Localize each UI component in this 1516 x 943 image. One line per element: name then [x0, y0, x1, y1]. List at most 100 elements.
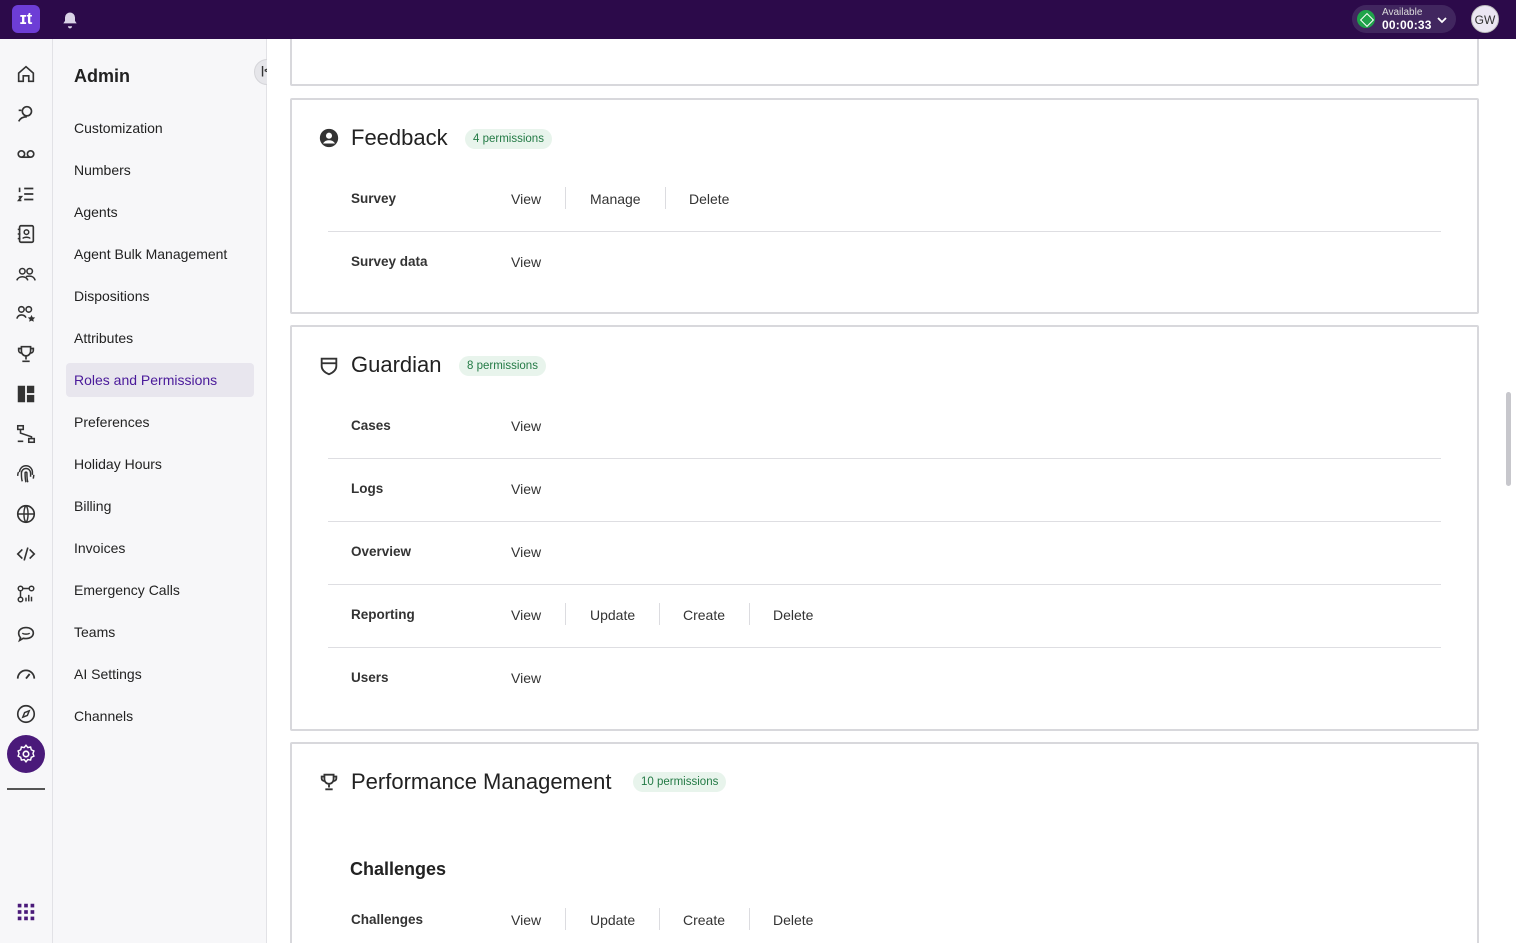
code-icon[interactable] [15, 543, 37, 565]
home-icon[interactable] [15, 63, 37, 85]
sidebar-item-billing[interactable]: Billing [66, 489, 254, 523]
permission-chip[interactable]: View [511, 544, 541, 560]
list-numbered-icon[interactable] [15, 183, 37, 205]
section-title: Guardian [351, 352, 442, 378]
sidebar-item-teams[interactable]: Teams [66, 615, 254, 649]
permission-chip[interactable]: Delete [773, 607, 813, 623]
settings-icon[interactable] [7, 735, 45, 773]
dashboard-icon[interactable] [15, 383, 37, 405]
permission-row: Survey View Manage Delete [328, 169, 1441, 232]
sidebar-item-roles-and-permissions[interactable]: Roles and Permissions [66, 363, 254, 397]
agent-headset-icon[interactable] [15, 103, 37, 125]
trophy-icon[interactable] [15, 343, 37, 365]
icon-rail [0, 39, 53, 943]
sidebar-item-emergency-calls[interactable]: Emergency Calls [66, 573, 254, 607]
shield-icon [318, 355, 340, 377]
bell-icon[interactable] [60, 10, 80, 30]
flow-icon[interactable] [15, 423, 37, 445]
permission-chip[interactable]: Update [590, 912, 635, 928]
scrollbar-thumb[interactable] [1506, 392, 1511, 486]
groups-icon[interactable] [15, 263, 37, 285]
permission-row-label: Reporting [351, 607, 415, 622]
gauge-icon[interactable] [15, 663, 37, 685]
status-label: Available [1382, 7, 1422, 18]
permission-row-label: Challenges [351, 912, 423, 927]
status-diamond-icon [1357, 10, 1375, 28]
permission-chip[interactable]: Delete [773, 912, 813, 928]
chevron-down-icon[interactable] [1436, 13, 1448, 25]
chip-divider [565, 187, 566, 209]
permission-row: Cases View [328, 396, 1441, 459]
permission-row: Reporting View Update Create Delete [328, 585, 1441, 648]
permission-row: Logs View [328, 459, 1441, 522]
permission-row-label: Survey [351, 191, 396, 206]
chip-divider [565, 603, 566, 625]
permission-chip[interactable]: View [511, 912, 541, 928]
sidebar-item-channels[interactable]: Channels [66, 699, 254, 733]
permission-chip[interactable]: Create [683, 607, 725, 623]
trophy-icon [318, 771, 340, 793]
rail-divider [7, 788, 45, 790]
admin-sidebar: Admin |< Customization Numbers Agents Ag… [53, 39, 267, 943]
sidebar-item-agent-bulk-management[interactable]: Agent Bulk Management [66, 237, 254, 271]
sidebar-item-holiday-hours[interactable]: Holiday Hours [66, 447, 254, 481]
sidebar-item-dispositions[interactable]: Dispositions [66, 279, 254, 313]
account-circle-icon [318, 127, 340, 149]
chat-bubble-icon[interactable] [15, 623, 37, 645]
sidebar-item-customization[interactable]: Customization [66, 111, 254, 145]
performance-management-section: Performance Management 10 permissions Ch… [290, 742, 1479, 943]
permission-chip[interactable]: Update [590, 607, 635, 623]
permission-row-label: Survey data [351, 254, 428, 269]
chip-divider [565, 908, 566, 930]
permission-row-label: Overview [351, 544, 411, 559]
chip-divider [665, 187, 666, 209]
permissions-count-badge: 10 permissions [633, 772, 726, 792]
guardian-section: Guardian 8 permissions Cases View Logs V… [290, 325, 1479, 731]
chip-divider [659, 908, 660, 930]
sidebar-item-ai-settings[interactable]: AI Settings [66, 657, 254, 691]
permission-row: Challenges View Update Create Delete [328, 890, 1441, 943]
permission-chip[interactable]: View [511, 481, 541, 497]
sidebar-title: Admin [74, 66, 130, 87]
subsection-heading: Challenges [350, 859, 446, 880]
chip-divider [749, 908, 750, 930]
permission-chip[interactable]: View [511, 670, 541, 686]
analytics-flow-icon[interactable] [15, 583, 37, 605]
section-title: Feedback [351, 125, 448, 151]
top-bar: ɪt Available 00:00:33 GW [0, 0, 1516, 39]
globe-icon[interactable] [15, 503, 37, 525]
apps-grid-icon[interactable] [15, 901, 37, 923]
chip-divider [659, 603, 660, 625]
compass-icon[interactable] [15, 703, 37, 725]
sidebar-item-attributes[interactable]: Attributes [66, 321, 254, 355]
main-content: Feedback 4 permissions Survey View Manag… [267, 39, 1516, 943]
user-avatar[interactable]: GW [1471, 5, 1499, 33]
team-star-icon[interactable] [15, 303, 37, 325]
sidebar-item-preferences[interactable]: Preferences [66, 405, 254, 439]
availability-status[interactable]: Available 00:00:33 [1352, 5, 1456, 33]
permission-chip[interactable]: View [511, 191, 541, 207]
permissions-count-badge: 8 permissions [459, 356, 546, 376]
app-logo[interactable]: ɪt [12, 5, 40, 33]
permission-chip[interactable]: View [511, 254, 541, 270]
section-title: Performance Management [351, 769, 611, 795]
status-timer: 00:00:33 [1382, 18, 1432, 32]
previous-section-card [290, 39, 1479, 86]
permission-row: Survey data View [328, 232, 1441, 295]
permission-row: Users View [328, 648, 1441, 711]
sidebar-item-agents[interactable]: Agents [66, 195, 254, 229]
permission-chip[interactable]: View [511, 418, 541, 434]
voicemail-icon[interactable] [15, 143, 37, 165]
permission-row: Overview View [328, 522, 1441, 585]
permission-row-label: Users [351, 670, 389, 685]
sidebar-item-invoices[interactable]: Invoices [66, 531, 254, 565]
permissions-count-badge: 4 permissions [465, 129, 552, 149]
permission-chip[interactable]: Manage [590, 191, 641, 207]
contacts-book-icon[interactable] [15, 223, 37, 245]
fingerprint-icon[interactable] [15, 463, 37, 485]
chip-divider [749, 603, 750, 625]
permission-chip[interactable]: View [511, 607, 541, 623]
permission-chip[interactable]: Delete [689, 191, 729, 207]
sidebar-item-numbers[interactable]: Numbers [66, 153, 254, 187]
permission-chip[interactable]: Create [683, 912, 725, 928]
